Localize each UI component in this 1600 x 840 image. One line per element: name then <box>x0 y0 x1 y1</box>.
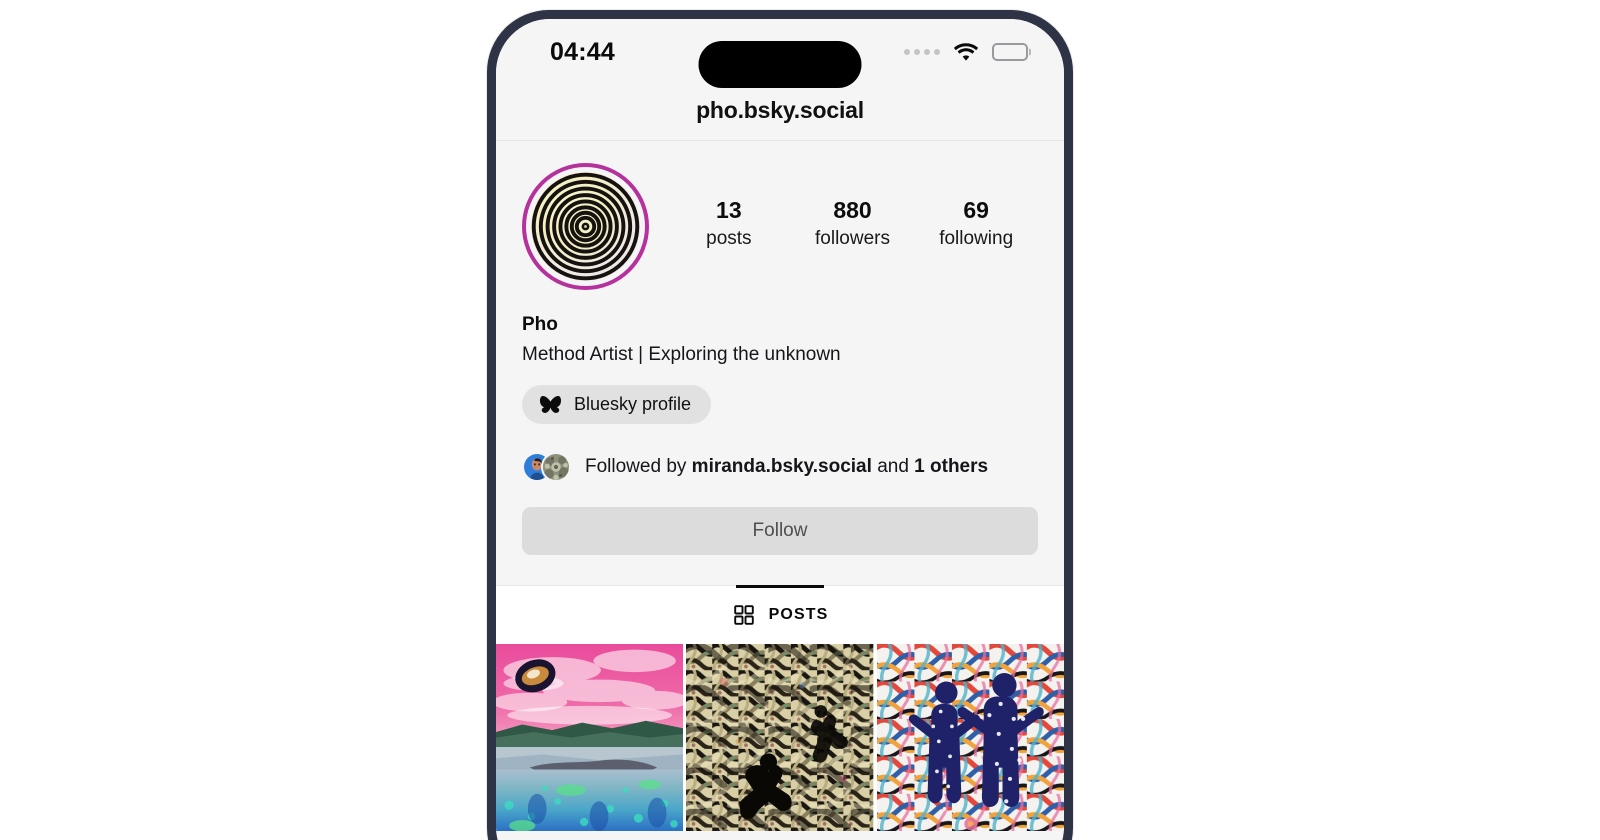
follow-button[interactable]: Follow <box>522 507 1038 555</box>
phone-frame: 04:44 pho.bsky.social 13 posts 880 follo… <box>487 10 1073 840</box>
stat-followers-label: followers <box>815 227 890 249</box>
profile-links-row: Bluesky profile <box>496 366 1064 424</box>
stat-followers[interactable]: 880 followers <box>791 196 915 252</box>
follower-avatar-2-icon <box>543 454 569 480</box>
bluesky-profile-chip[interactable]: Bluesky profile <box>522 385 712 424</box>
post-thumbnail-1[interactable] <box>496 644 684 832</box>
profile-bottom-spacer <box>496 555 1064 585</box>
followed-by-others[interactable]: 1 others <box>914 456 988 477</box>
stat-posts[interactable]: 13 posts <box>667 196 791 252</box>
follower-avatar-2 <box>541 452 571 482</box>
spiral-avatar-icon <box>531 172 640 281</box>
post-2-image <box>686 644 874 832</box>
nav-header: pho.bsky.social <box>496 81 1064 141</box>
profile-header-row: 13 posts 880 followers 69 following <box>496 141 1064 290</box>
followed-by-row[interactable]: Followed by miranda.bsky.social and 1 ot… <box>496 424 1064 482</box>
status-time: 04:44 <box>550 37 615 66</box>
bluesky-profile-chip-label: Bluesky profile <box>574 394 692 414</box>
post-thumbnail-2[interactable] <box>686 644 874 832</box>
profile-bio-block: Pho Method Artist | Exploring the unknow… <box>496 290 1064 366</box>
status-indicators <box>904 42 1028 61</box>
avatar-story-ring[interactable] <box>522 163 649 290</box>
tab-posts-label: POSTS <box>768 606 829 623</box>
tab-posts[interactable]: POSTS <box>496 585 1064 644</box>
page-title: pho.bsky.social <box>696 97 864 123</box>
bio-text: Method Artist | Exploring the unknown <box>522 344 841 365</box>
followed-by-name[interactable]: miranda.bsky.social <box>692 456 872 477</box>
display-name: Pho <box>522 314 558 335</box>
post-thumbnail-3[interactable] <box>876 644 1064 832</box>
wifi-icon <box>953 43 979 61</box>
screenshot-canvas: 04:44 pho.bsky.social 13 posts 880 follo… <box>0 0 1600 840</box>
dynamic-island <box>698 41 862 88</box>
post-3-image <box>876 644 1064 832</box>
profile-section: 13 posts 880 followers 69 following Pho … <box>496 141 1064 585</box>
cellular-dots-icon <box>904 48 940 55</box>
butterfly-icon <box>539 395 562 413</box>
profile-tabbar: POSTS <box>496 585 1064 644</box>
followed-by-middle: and <box>877 455 909 477</box>
stat-posts-value: 13 <box>716 196 742 223</box>
stat-posts-label: posts <box>706 227 752 249</box>
stat-following-label: following <box>939 227 1014 249</box>
stat-followers-value: 880 <box>833 196 872 223</box>
tab-active-indicator <box>736 585 824 588</box>
phone-screen: 04:44 pho.bsky.social 13 posts 880 follo… <box>496 19 1064 840</box>
avatar[interactable] <box>531 172 640 281</box>
followed-by-text: Followed by miranda.bsky.social and 1 ot… <box>585 456 988 479</box>
status-bar: 04:44 <box>496 19 1064 88</box>
battery-full-icon <box>992 42 1028 61</box>
followed-by-avatars <box>522 452 571 482</box>
profile-stats: 13 posts 880 followers 69 following <box>667 196 1038 252</box>
post-grid <box>496 644 1064 832</box>
post-1-image <box>496 644 684 832</box>
grid-icon <box>733 605 754 625</box>
follow-button-container: Follow <box>496 482 1064 555</box>
followed-by-prefix: Followed by <box>585 455 687 477</box>
stat-following[interactable]: 69 following <box>914 196 1038 252</box>
stat-following-value: 69 <box>963 196 989 223</box>
